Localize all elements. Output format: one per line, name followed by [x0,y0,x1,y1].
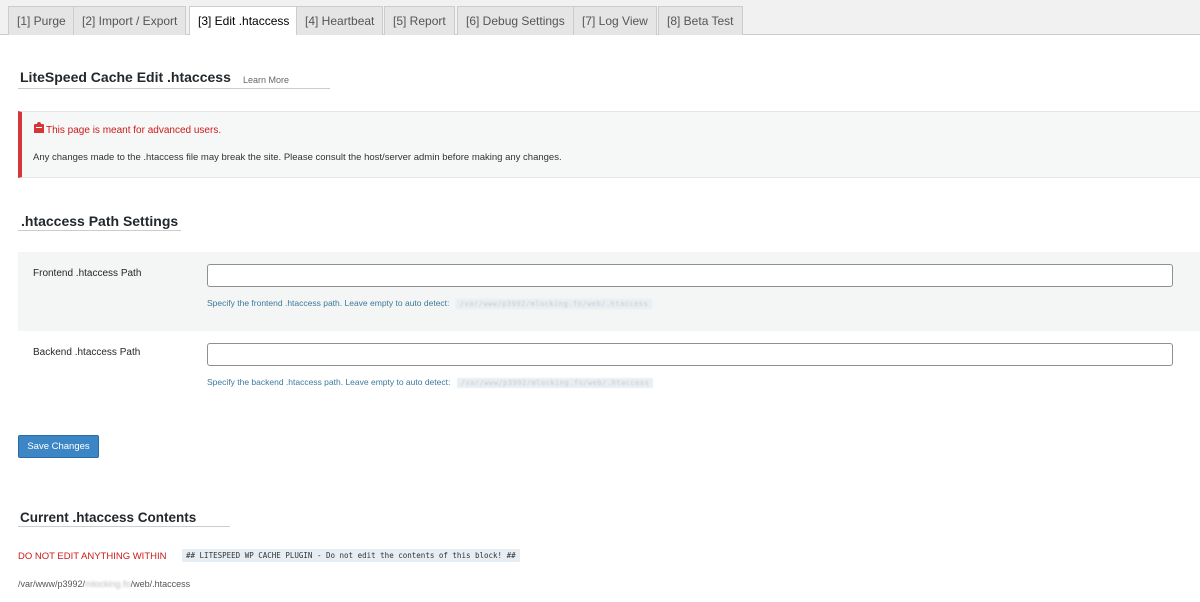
main-content: LiteSpeed Cache Edit .htaccess Learn Mor… [0,35,1200,602]
backend-path-description: Specify the backend .htaccess path. Leav… [207,377,654,388]
learn-more-link[interactable]: Learn More [243,75,289,85]
tab-import-export[interactable]: [2] Import / Export [73,6,187,35]
backend-detected-path: /var/www/p3992/mlocking.fo/web/.htaccess [456,378,654,388]
tab-edit-htaccess[interactable]: [3] Edit .htaccess [189,6,299,36]
path-suffix: /web/.htaccess [130,579,191,589]
path-blurred-segment: mlocking.fo [85,579,131,589]
frontend-path-description: Specify the frontend .htaccess path. Lea… [207,298,653,309]
frontend-path-hint: Specify the frontend .htaccess path. Lea… [207,298,450,308]
cache-block-marker: ## LITESPEED WP CACHE PLUGIN - Do not ed… [182,549,520,562]
frontend-detected-path: /var/www/p3992/mlocking.fo/web/.htaccess [455,299,653,309]
backend-path-label: Backend .htaccess Path [33,347,141,358]
tab-log-view[interactable]: [7] Log View [573,6,657,35]
path-settings-header: .htaccess Path Settings [18,212,181,231]
page-title: LiteSpeed Cache Edit .htaccess [20,69,231,85]
frontend-path-input[interactable] [207,264,1173,287]
path-settings-title: .htaccess Path Settings [21,213,179,229]
tab-beta-test[interactable]: [8] Beta Test [658,6,743,35]
path-prefix: /var/www/p3992/ [18,579,86,589]
htaccess-file-path: /var/www/p3992/mlocking.fo/web/.htaccess [18,579,190,589]
save-changes-button[interactable]: Save Changes [18,435,99,458]
advanced-warning-notice: This page is meant for advanced users. A… [18,111,1200,178]
backend-path-hint: Specify the backend .htaccess path. Leav… [207,377,451,387]
frontend-path-row: Frontend .htaccess Path Specify the fron… [18,252,1200,331]
warning-body: Any changes made to the .htaccess file m… [33,152,562,163]
current-contents-header: Current .htaccess Contents [18,508,230,527]
tab-purge[interactable]: [1] Purge [8,6,75,35]
tab-report[interactable]: [5] Report [384,6,455,35]
backend-path-input[interactable] [207,343,1173,366]
warning-heading: This page is meant for advanced users. [46,125,222,136]
current-contents-title: Current .htaccess Contents [20,510,197,525]
warning-alarm-icon [34,122,44,133]
tab-bar: [1] Purge [2] Import / Export [3] Edit .… [0,0,1200,36]
frontend-path-label: Frontend .htaccess Path [33,268,142,279]
tab-debug-settings[interactable]: [6] Debug Settings [457,6,574,35]
do-not-edit-warning: DO NOT EDIT ANYTHING WITHIN [18,551,167,562]
backend-path-row: Backend .htaccess Path Specify the backe… [18,331,1200,410]
page-header: LiteSpeed Cache Edit .htaccess Learn Mor… [18,67,330,89]
tab-heartbeat[interactable]: [4] Heartbeat [296,6,384,35]
